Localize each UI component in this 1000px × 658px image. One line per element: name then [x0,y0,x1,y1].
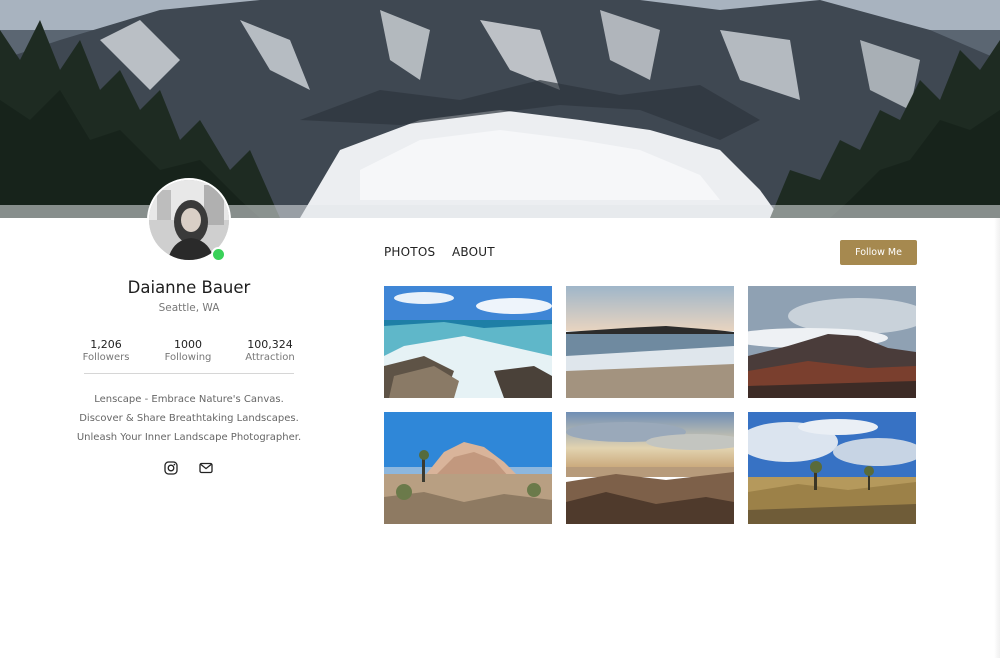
tab-photos[interactable]: PHOTOS [384,245,435,259]
stat-following[interactable]: 1000 Following [148,338,228,364]
online-status-indicator [211,247,226,262]
bio-line: Discover & Share Breathtaking Landscapes… [79,413,299,424]
photo-thumbnail[interactable] [566,286,734,398]
profile-stats: 1,206 Followers 1000 Following 100,324 A… [83,338,295,366]
tab-about[interactable]: ABOUT [452,245,495,259]
bio-line: Lenscape - Embrace Nature's Canvas. [94,394,284,405]
stat-attraction[interactable]: 100,324 Attraction [230,338,310,364]
mail-icon[interactable] [198,460,214,476]
divider [84,373,294,374]
page-edge-shadow [994,218,1000,658]
stat-label: Attraction [245,352,295,363]
photo-thumbnail[interactable] [384,286,552,398]
profile-name: Daianne Bauer [127,278,251,297]
profile-bio: Lenscape - Embrace Nature's Canvas. Disc… [70,390,308,447]
cover-photo [0,0,1000,218]
instagram-icon[interactable] [163,460,179,476]
stat-followers[interactable]: 1,206 Followers [66,338,146,364]
stat-value: 100,324 [247,338,293,351]
profile-location: Seattle, WA [158,302,220,314]
stat-label: Followers [82,352,130,363]
photo-thumbnail[interactable] [566,412,734,524]
follow-button[interactable]: Follow Me [840,240,917,265]
stat-label: Following [164,352,212,363]
bio-line: Unleash Your Inner Landscape Photographe… [76,432,302,443]
stat-value: 1,206 [90,338,122,351]
stat-value: 1000 [174,338,202,351]
photo-thumbnail[interactable] [748,286,916,398]
photo-thumbnail[interactable] [748,412,916,524]
photo-thumbnail[interactable] [384,412,552,524]
